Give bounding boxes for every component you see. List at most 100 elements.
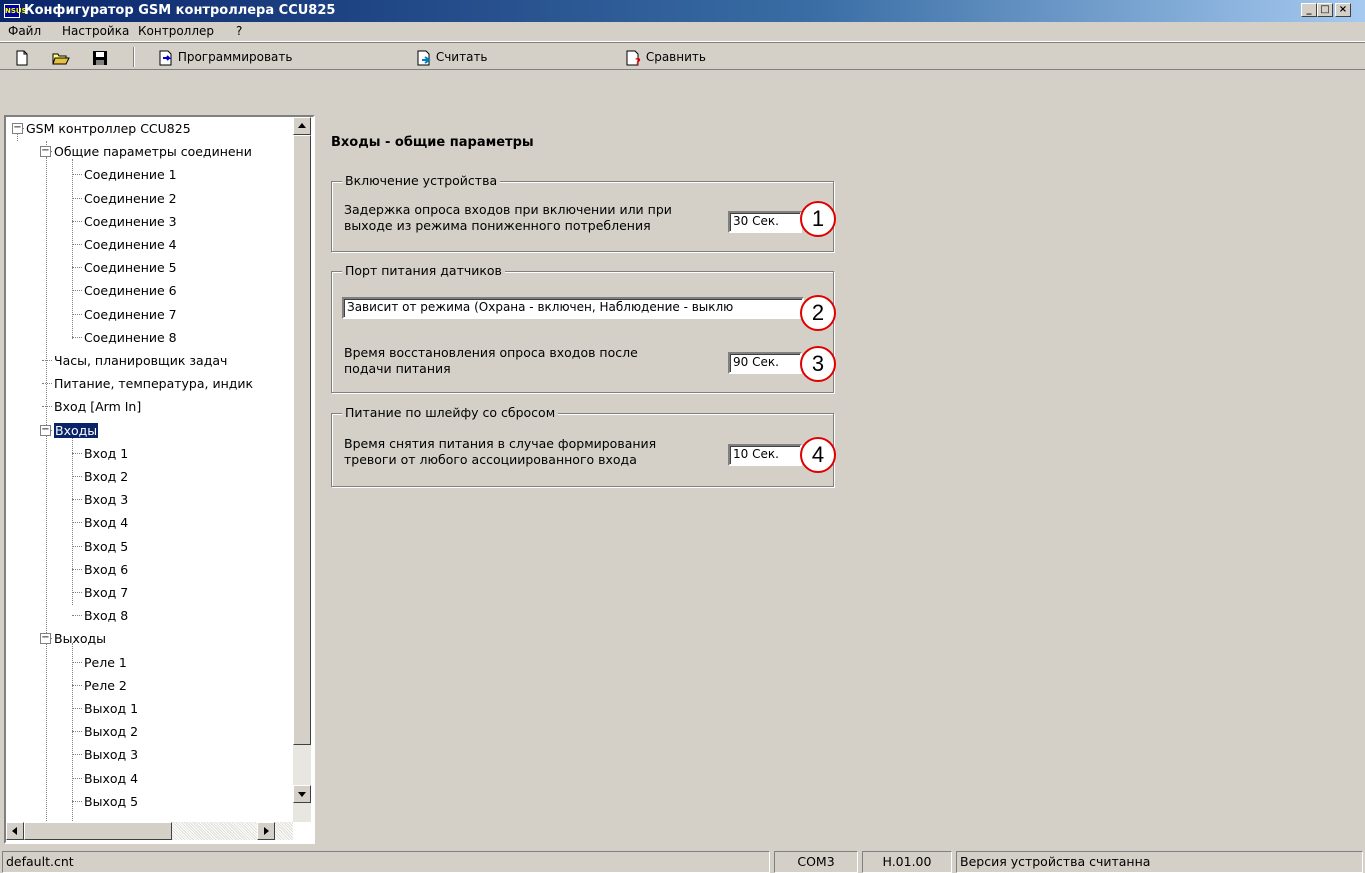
menu-settings[interactable]: Настройка [62,24,129,38]
tree-item-output-7[interactable]: Выход 5 [84,790,138,813]
tree-item-connection-4[interactable]: Соединение 4 [84,233,177,256]
tree-item-arm-input[interactable]: Вход [Arm In] [54,395,141,418]
read-label: Считать [435,50,488,64]
window-title: Конфигуратор GSM контроллера CCU825 [24,3,336,18]
tree-item-input-4[interactable]: Вход 4 [84,511,128,534]
tree-item-label: Соединение 1 [84,167,177,183]
tree-item-connection-3[interactable]: Соединение 3 [84,210,177,233]
tree-connector [72,244,82,245]
poll-delay-input[interactable]: 30 Сек. [728,211,802,233]
callout-2: 2 [800,295,836,331]
tree-connector [72,708,82,709]
group-legend: Порт питания датчиков [342,263,505,278]
tree-connector [72,777,82,779]
power-off-time-input[interactable]: 10 Сек. [728,444,802,466]
tree-item-connection-2[interactable]: Соединение 2 [84,187,177,210]
tree-connector [72,336,82,338]
tree-item-input-3[interactable]: Вход 3 [84,488,128,511]
tree-connector [42,360,52,361]
device-power-on-group: Включение устройства Задержка опроса вхо… [331,173,834,252]
program-button[interactable]: Программировать [158,47,292,67]
status-message: Версия устройства считанна [956,851,1363,873]
tree-item-output-5[interactable]: Выход 3 [84,743,138,766]
tree-item-input-5[interactable]: Вход 5 [84,535,128,558]
tree-item-connection-5[interactable]: Соединение 5 [84,256,177,279]
tree-collapse-icon[interactable]: − [12,123,23,134]
tree-connector [72,545,82,547]
tree-item-connections[interactable]: Общие параметры соединени [54,140,252,163]
tree-item-input-6[interactable]: Вход 6 [84,558,128,581]
horizontal-scroll-thumb[interactable] [24,822,172,840]
title-bar: NSUS Конфигуратор GSM контроллера CCU825… [0,0,1365,22]
vertical-scroll-thumb[interactable] [293,135,311,745]
tree-item-outputs[interactable]: Выходы [54,627,106,650]
read-button[interactable]: Считать [416,47,488,67]
tree-item-label: Вход 5 [84,538,129,554]
tree-item-clock[interactable]: Часы, планировщик задач [54,349,227,372]
menu-help[interactable]: ? [236,24,242,38]
new-file-icon [16,50,28,65]
tree-item-connection-7[interactable]: Соединение 7 [84,303,177,326]
compare-icon: ? [626,50,641,66]
tree-item-label: Соединение 7 [84,306,177,322]
tree-item-label: Часы, планировщик задач [54,353,228,368]
scroll-down-button[interactable] [293,785,311,803]
tree-connector [72,313,82,315]
tree-item-inputs[interactable]: Входы [54,419,99,442]
tree-item-output-2[interactable]: Реле 2 [84,674,127,697]
tree-vertical-scrollbar[interactable] [293,117,311,822]
sensor-power-mode-select[interactable]: Зависит от режима (Охрана - включен, Наб… [342,297,804,319]
tree-item-label: Выход 2 [84,724,139,740]
tree-item-output-4[interactable]: Выход 2 [84,720,138,743]
compare-button[interactable]: ? Сравнить [626,47,706,67]
tree-item-label: GSM контроллер CCU825 [26,121,191,136]
tree-connector [72,643,73,833]
tree-connector [42,406,52,408]
tree-item-connection-1[interactable]: Соединение 1 [84,163,177,186]
tree-item-label: Вход 6 [84,561,129,577]
tree-collapse-icon[interactable]: − [40,424,51,436]
tree-connector [72,290,82,292]
tree-item-connection-6[interactable]: Соединение 6 [84,279,177,302]
menu-controller[interactable]: Контроллер [138,24,214,38]
compare-label: Сравнить [645,50,706,64]
tree-collapse-icon[interactable]: − [40,633,51,645]
tree-connector [72,499,82,501]
tree-item-output-3[interactable]: Выход 1 [84,697,138,720]
callout-4: 4 [800,437,836,473]
tree-connector [72,159,73,339]
tree-connector [72,435,73,605]
new-file-button[interactable] [14,47,30,67]
tree-item-power[interactable]: Питание, температура, индик [54,372,253,395]
poll-restore-input[interactable]: 90 Сек. [728,352,802,374]
tree-collapse-icon[interactable]: − [40,146,51,158]
tree-item-label: Вход 3 [84,492,129,508]
tree-item-output-1[interactable]: Реле 1 [84,651,127,674]
tree-item-root[interactable]: GSM контроллер CCU825 [26,117,191,140]
tree-item-input-2[interactable]: Вход 2 [84,465,128,488]
tree-item-label: Реле 2 [84,677,127,693]
tree-item-connection-8[interactable]: Соединение 8 [84,326,177,349]
settings-tree[interactable]: GSM контроллер CCU825− Общие параметры со… [4,115,315,844]
scroll-right-button[interactable] [257,822,275,840]
tree-item-input-1[interactable]: Вход 1 [84,442,128,465]
status-file: default.cnt [2,851,770,873]
scroll-left-button[interactable] [6,822,24,840]
tree-connector [72,661,82,663]
open-file-button[interactable] [52,47,70,67]
tree-item-output-6[interactable]: Выход 4 [84,767,138,790]
menu-file[interactable]: Файл [8,24,41,38]
tree-item-input-8[interactable]: Вход 8 [84,604,128,627]
group-legend: Питание по шлейфу со сбросом [342,405,559,420]
minimize-button[interactable]: _ [1301,3,1317,17]
save-file-button[interactable] [92,47,108,67]
status-port: COM3 [774,851,858,873]
close-button[interactable]: × [1335,3,1351,17]
scroll-up-button[interactable] [293,117,311,135]
menu-bar: Файл Настройка Контроллер ? [0,22,1365,42]
maximize-button[interactable]: □ [1317,3,1333,17]
tree-item-input-7[interactable]: Вход 7 [84,581,128,604]
tree-connector [72,754,82,756]
scroll-up-icon [298,123,306,128]
tree-horizontal-scrollbar[interactable] [6,822,293,840]
